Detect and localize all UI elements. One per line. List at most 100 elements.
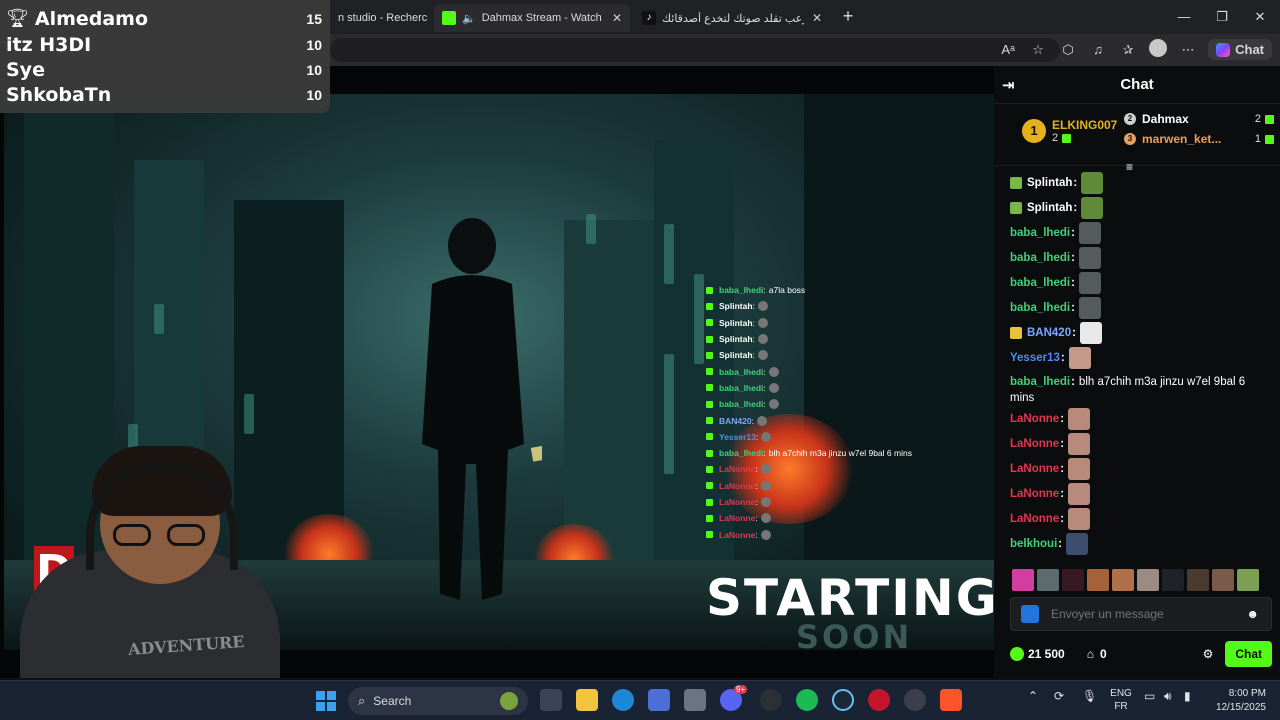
- emote-icon: [1068, 507, 1091, 530]
- chat-message[interactable]: baba_lhedi:: [1010, 295, 1268, 320]
- network-icon[interactable]: ▭: [1144, 689, 1155, 703]
- emote-icon[interactable]: [1012, 569, 1034, 591]
- spotify-icon[interactable]: [796, 689, 818, 711]
- chat-message[interactable]: LaNonne:: [1010, 406, 1268, 431]
- chat-username[interactable]: baba_lhedi: [1010, 376, 1070, 388]
- maximize-button[interactable]: ❐: [1203, 0, 1241, 34]
- emote-icon[interactable]: [1162, 569, 1184, 591]
- emote-icon[interactable]: [1062, 569, 1084, 591]
- tab-studio[interactable]: n studio - Recherc ✕: [330, 4, 430, 32]
- tab-tiktok[interactable]: ♪ لعبة رعب تقلد صوتك لتخدع أصدقائك ✕: [634, 4, 830, 32]
- app-icon[interactable]: [684, 689, 706, 711]
- chat-message[interactable]: Yesser13:: [1010, 345, 1268, 370]
- settings-gear-icon[interactable]: ⚙: [1203, 647, 1214, 661]
- speaker-icon[interactable]: 🔈: [462, 12, 476, 25]
- chat-username[interactable]: Splintah: [1027, 202, 1072, 214]
- emote-icon[interactable]: [1112, 569, 1134, 591]
- language-indicator[interactable]: ENG FR: [1108, 687, 1134, 713]
- send-chat-button[interactable]: Chat: [1225, 641, 1272, 667]
- favorite-star-icon[interactable]: ☆: [1028, 42, 1048, 58]
- minimize-button[interactable]: —: [1165, 0, 1203, 34]
- smiley-icon[interactable]: ☻: [1246, 607, 1259, 621]
- chat-input-box[interactable]: ☻: [1010, 597, 1272, 631]
- chat-username[interactable]: baba_lhedi: [1010, 302, 1070, 314]
- brave-icon[interactable]: [940, 689, 962, 711]
- tab-dahmax-stream[interactable]: 🔈 Dahmax Stream - Watch Live ✕: [434, 4, 630, 32]
- gifter-third[interactable]: 3 marwen_ket... 1: [1124, 132, 1274, 146]
- new-tab-button[interactable]: +: [838, 6, 858, 26]
- channel-points[interactable]: 21 500: [1010, 647, 1065, 661]
- chat-username[interactable]: baba_lhedi: [1010, 277, 1070, 289]
- media-player-icon[interactable]: [904, 689, 926, 711]
- steam-icon[interactable]: [832, 689, 854, 711]
- chat-message[interactable]: baba_lhedi:: [1010, 220, 1268, 245]
- chat-username[interactable]: LaNonne: [1010, 438, 1059, 450]
- emote-picker-icon[interactable]: [1021, 605, 1039, 623]
- microsoft-store-icon[interactable]: [648, 689, 670, 711]
- edge-browser-icon[interactable]: [612, 689, 634, 711]
- battery-icon[interactable]: ▮: [1184, 689, 1191, 703]
- chat-username[interactable]: Splintah: [1027, 177, 1072, 189]
- chat-username[interactable]: baba_lhedi: [1010, 227, 1070, 239]
- chat-message[interactable]: belkhoui:: [1010, 531, 1268, 556]
- chat-message[interactable]: LaNonne:: [1010, 456, 1268, 481]
- chat-message[interactable]: LaNonne:: [1010, 481, 1268, 506]
- overlay-chat-line: Yesser13:: [706, 429, 986, 445]
- chat-message[interactable]: LaNonne:: [1010, 431, 1268, 456]
- chat-username[interactable]: LaNonne: [1010, 413, 1059, 425]
- chat-username[interactable]: LaNonne: [1010, 463, 1059, 475]
- extensions-icon[interactable]: ⬡: [1058, 42, 1078, 58]
- emote-icon[interactable]: [1237, 569, 1259, 591]
- emote-icon[interactable]: [1212, 569, 1234, 591]
- chat-message[interactable]: baba_lhedi:: [1010, 245, 1268, 270]
- chevron-up-icon[interactable]: ⌃: [1028, 689, 1038, 703]
- store-button[interactable]: ⌂ 0: [1087, 647, 1107, 661]
- emote-icon[interactable]: [1037, 569, 1059, 591]
- chat-message[interactable]: Splintah:: [1010, 195, 1268, 220]
- discord-icon[interactable]: 9+: [720, 685, 748, 711]
- read-aloud-icon[interactable]: Aᵃ: [998, 42, 1018, 57]
- chat-message[interactable]: baba_lhedi:: [1010, 270, 1268, 295]
- opera-icon[interactable]: [868, 689, 890, 711]
- obs-icon[interactable]: [760, 689, 782, 711]
- copilot-label: Chat: [1235, 42, 1264, 57]
- file-explorer-icon[interactable]: [576, 689, 598, 711]
- close-window-button[interactable]: ✕: [1241, 0, 1279, 34]
- close-icon[interactable]: ✕: [812, 11, 822, 25]
- copilot-button[interactable]: Chat: [1208, 39, 1272, 60]
- collapse-chat-icon[interactable]: ⇥: [1002, 76, 1015, 94]
- chat-message[interactable]: BAN420:: [1010, 320, 1268, 345]
- chat-message[interactable]: Splintah:: [1010, 170, 1268, 195]
- gifter-second[interactable]: 2 Dahmax 2: [1124, 112, 1274, 126]
- chat-message[interactable]: baba_lhedi: blh a7chih m3a jinzu w7el 9ba…: [1010, 370, 1268, 406]
- favorites-icon[interactable]: ✰: [1118, 42, 1138, 58]
- chat-username[interactable]: belkhoui: [1010, 538, 1057, 550]
- more-menu-icon[interactable]: ⋯: [1178, 42, 1198, 58]
- chat-username[interactable]: LaNonne: [1010, 488, 1059, 500]
- system-clock[interactable]: 8:00 PM 12/15/2025: [1200, 687, 1266, 715]
- leaderboard-name: Sye: [6, 58, 45, 81]
- chat-username[interactable]: Yesser13: [1010, 352, 1060, 364]
- microphone-icon[interactable]: 🎙︎: [1082, 689, 1097, 703]
- task-view-icon[interactable]: [540, 689, 562, 711]
- profile-avatar[interactable]: [1148, 39, 1168, 60]
- start-menu-button[interactable]: [316, 691, 336, 711]
- emote-icon[interactable]: [1137, 569, 1159, 591]
- taskbar-search[interactable]: ⌕ Search: [348, 687, 528, 715]
- chat-username[interactable]: LaNonne: [1010, 513, 1059, 525]
- chat-username[interactable]: baba_lhedi: [1010, 252, 1070, 264]
- chat-message-input[interactable]: [1051, 607, 1231, 621]
- volume-icon[interactable]: 🔊︎: [1164, 689, 1172, 704]
- gifter-first[interactable]: 1 ELKING007 2: [1022, 118, 1117, 144]
- address-bar[interactable]: [330, 38, 1060, 62]
- emote-icon[interactable]: [1087, 569, 1109, 591]
- sync-icon[interactable]: ⟳: [1054, 689, 1064, 703]
- media-control-icon[interactable]: ♫: [1088, 42, 1108, 57]
- tiktok-icon: ♪: [642, 11, 656, 25]
- emote-icon[interactable]: [1187, 569, 1209, 591]
- close-icon[interactable]: ✕: [612, 11, 622, 25]
- chat-title: Chat: [1120, 76, 1154, 93]
- chat-message[interactable]: LaNonne:: [1010, 506, 1268, 531]
- video-player[interactable]: baba_lhedi: a7la boss Splintah: Splintah: Sp…: [0, 66, 994, 678]
- chat-username[interactable]: BAN420: [1027, 327, 1071, 339]
